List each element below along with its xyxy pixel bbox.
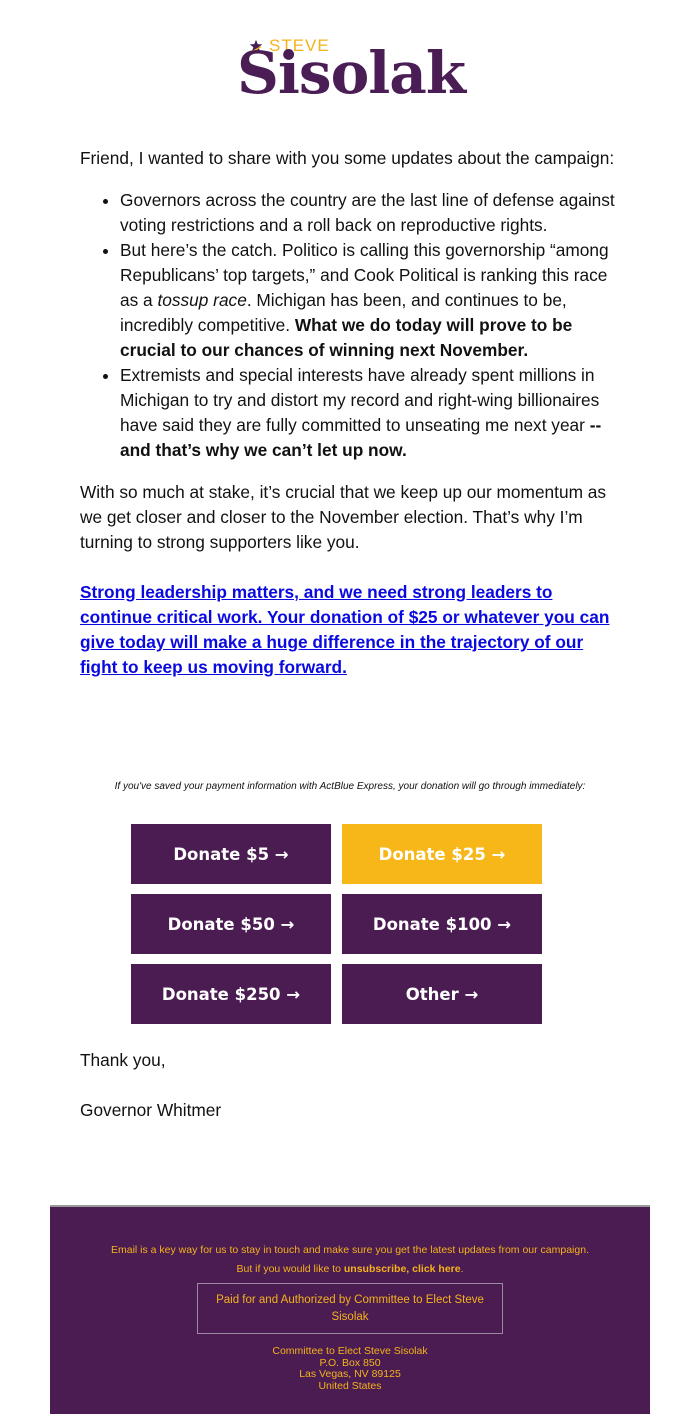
campaign-logo: STEVE Sisolak — [0, 36, 700, 110]
donate-other-button[interactable]: Other → — [342, 964, 542, 1024]
paid-for-disclaimer: Paid for and Authorized by Committee to … — [197, 1283, 503, 1334]
donate-5-button[interactable]: Donate $5 → — [131, 824, 331, 884]
signoff: Thank you, Governor Whitmer — [80, 1048, 221, 1148]
momentum-paragraph: With so much at stake, it’s crucial that… — [80, 482, 607, 552]
actblue-express-note: If you've saved your payment information… — [114, 781, 586, 792]
donate-50-button[interactable]: Donate $50 → — [131, 894, 331, 954]
footer-message: Email is a key way for us to stay in tou… — [111, 1244, 589, 1275]
list-item: Extremists and special interests have al… — [120, 363, 625, 463]
unsubscribe-link[interactable]: unsubscribe, click here — [344, 1263, 461, 1275]
donate-250-button[interactable]: Donate $250 → — [131, 964, 331, 1024]
list-item: Governors across the country are the las… — [120, 188, 625, 238]
list-item: But here’s the catch. Politico is callin… — [120, 238, 625, 363]
signature: Governor Whitmer — [80, 1100, 222, 1120]
intro-paragraph: Friend, I wanted to share with you some … — [80, 148, 615, 168]
donate-100-button[interactable]: Donate $100 → — [342, 894, 542, 954]
updates-list: Governors across the country are the las… — [80, 188, 625, 463]
logo-last-name: Sisolak — [237, 39, 466, 107]
thanks-text: Thank you, — [80, 1050, 166, 1070]
donate-25-button[interactable]: Donate $25 → — [342, 824, 542, 884]
email-body: Friend, I wanted to share with you some … — [80, 146, 625, 680]
mailing-address: Committee to Elect Steve Sisolak P.O. Bo… — [272, 1345, 428, 1392]
email-footer: Email is a key way for us to stay in tou… — [50, 1205, 650, 1414]
donate-cta-link[interactable]: Strong leadership matters, and we need s… — [80, 582, 609, 677]
